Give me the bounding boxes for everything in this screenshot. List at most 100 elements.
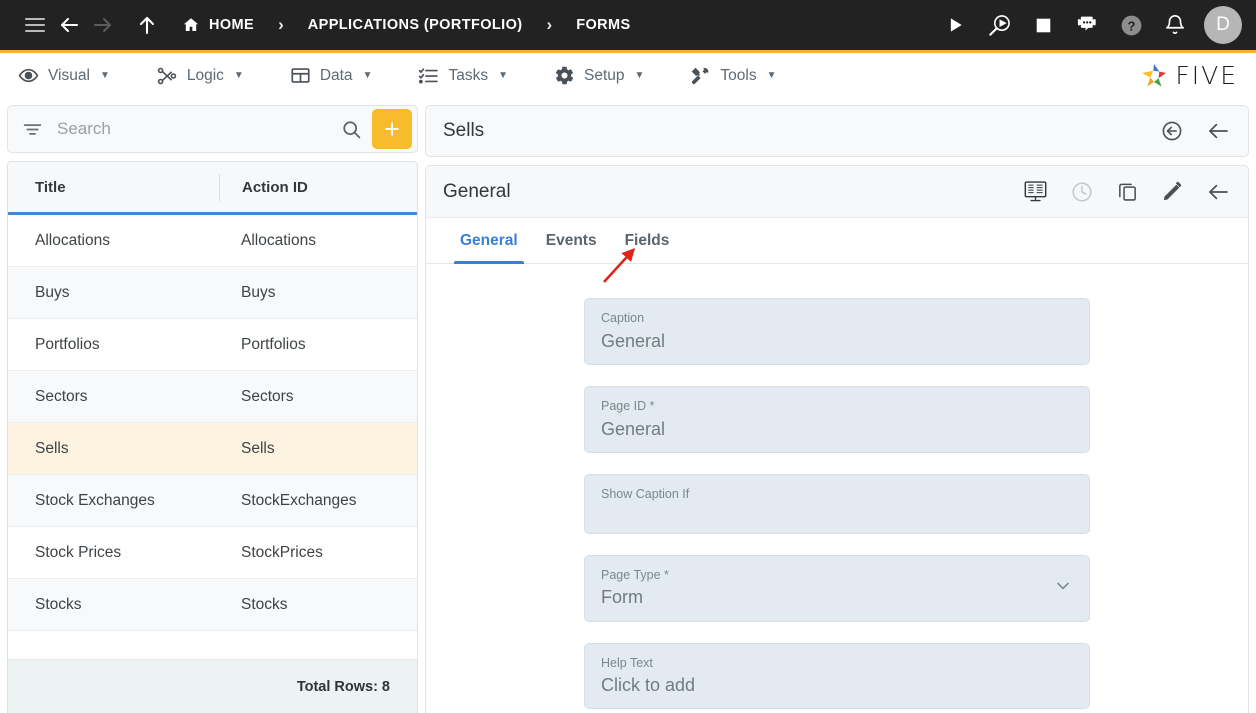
cell-action-id: Allocations (241, 231, 316, 249)
add-form-button[interactable]: + (372, 109, 412, 149)
menu-label-tasks: Tasks (448, 66, 489, 84)
breadcrumb-item-applications[interactable]: APPLICATIONS (PORTFOLIO) (302, 17, 529, 33)
chatbot-icon[interactable] (1068, 6, 1106, 44)
table-body: Allocations Allocations Buys Buys Portfolios… (8, 215, 417, 659)
duplicate-copy-icon[interactable] (1116, 180, 1139, 203)
table-grid-icon (290, 65, 311, 86)
close-back-arrow-icon[interactable] (1206, 180, 1230, 204)
table-row[interactable] (8, 631, 417, 659)
field-value: General (601, 418, 666, 439)
breadcrumb-item-home[interactable]: HOME (176, 16, 260, 34)
table-row[interactable]: Allocations Allocations (8, 215, 417, 267)
cell-title: Stocks (35, 595, 82, 613)
page-detail-card: General General Events Fields Caption Ge… (425, 165, 1249, 713)
chevron-down-icon: ▼ (99, 70, 110, 81)
record-header: Sells (425, 105, 1249, 157)
form-field[interactable]: Page Type * Form (584, 554, 1090, 622)
record-header-actions (1160, 119, 1230, 143)
table-row[interactable]: Stocks Stocks (8, 579, 417, 631)
menu-item-visual[interactable]: Visual ▼ (18, 65, 110, 86)
breadcrumb-label-applications: APPLICATIONS (PORTFOLIO) (307, 17, 523, 33)
revert-circle-icon[interactable] (1160, 119, 1184, 143)
help-icon[interactable]: ? (1112, 6, 1150, 44)
field-label: Page Type * (601, 567, 669, 582)
menu-label-data: Data (319, 66, 353, 84)
cell-title: Stock Prices (35, 543, 122, 561)
field-value: General (601, 330, 666, 351)
table-row[interactable]: Sectors Sectors (8, 371, 417, 423)
tab-fields[interactable]: Fields (611, 218, 684, 263)
search-icon[interactable] (331, 119, 372, 140)
table-row[interactable]: Buys Buys (8, 267, 417, 319)
table-header-row: Title Action ID (8, 162, 417, 215)
checklist-icon (418, 65, 439, 86)
edit-pencil-icon[interactable] (1161, 180, 1184, 203)
tab-events[interactable]: Events (532, 218, 611, 263)
chevron-down-icon: ▼ (766, 70, 777, 81)
breadcrumb-label-home: HOME (209, 17, 255, 33)
menu-label-tools: Tools (720, 66, 757, 84)
menu-label-visual: Visual (48, 66, 90, 84)
form-field[interactable]: Help Text Click to add (584, 642, 1090, 710)
search-input[interactable] (57, 119, 331, 139)
forward-arrow-icon[interactable] (86, 8, 120, 42)
field-value (601, 503, 1073, 529)
field-label: Page ID * (601, 398, 655, 413)
forms-list-panel: + Title Action ID AllocationsAllocations… (0, 98, 425, 713)
cell-title: Stock Exchanges (35, 491, 155, 509)
cell-title: Portfolios (35, 335, 100, 353)
gear-icon (554, 65, 575, 86)
record-title: Sells (443, 120, 485, 141)
table-row[interactable]: Portfolios Portfolios (8, 319, 417, 371)
cell-action-id: StockExchanges (241, 491, 357, 509)
home-icon (182, 16, 200, 34)
preview-display-icon[interactable] (1023, 179, 1048, 204)
form-field[interactable]: Page ID * General (584, 385, 1090, 453)
stop-icon[interactable] (1024, 6, 1062, 44)
history-clock-icon[interactable] (1070, 180, 1094, 204)
tab-label-events: Events (545, 231, 597, 249)
run-icon[interactable] (936, 6, 974, 44)
notifications-bell-icon[interactable] (1156, 6, 1194, 44)
breadcrumb-label-forms: FORMS (576, 17, 631, 33)
field-label: Show Caption If (601, 486, 690, 501)
cell-action-id: Sells (241, 439, 275, 457)
tab-general[interactable]: General (446, 218, 532, 264)
chevron-down-icon[interactable] (1053, 576, 1073, 601)
column-header-title[interactable]: Title (8, 179, 219, 196)
top-bar-actions: ? D (936, 6, 1242, 44)
tab-label-general: General (460, 231, 518, 249)
breadcrumb-item-forms[interactable]: FORMS (570, 17, 636, 33)
menu-item-data[interactable]: Data ▼ (290, 65, 372, 86)
table-footer: Total Rows: 8 (8, 659, 417, 713)
form-field[interactable]: Caption General (584, 298, 1090, 365)
menu-item-logic[interactable]: Logic ▼ (156, 65, 244, 87)
chevron-down-icon: ▼ (233, 70, 244, 81)
close-back-arrow-icon[interactable] (1206, 119, 1230, 143)
eye-icon (18, 65, 39, 86)
up-arrow-icon[interactable] (130, 8, 164, 42)
menu-item-setup[interactable]: Setup ▼ (554, 65, 644, 86)
table-row[interactable]: Stock Prices StockPrices (8, 527, 417, 579)
hamburger-menu-icon[interactable] (18, 8, 52, 42)
hamburger-icon (25, 14, 45, 36)
search-bar: + (7, 105, 418, 153)
table-row[interactable]: Stock Exchanges StockExchanges (8, 475, 417, 527)
five-logo-text: FIVE (1175, 61, 1238, 90)
filter-icon[interactable] (22, 119, 43, 140)
table-row[interactable]: Sells Sells (8, 423, 417, 475)
breadcrumb-separator: › (278, 15, 284, 34)
column-header-action-id[interactable]: Action ID (219, 173, 417, 201)
avatar[interactable]: D (1204, 6, 1242, 44)
debug-run-icon[interactable] (980, 6, 1018, 44)
field-label: Caption (601, 311, 645, 325)
main-content: + Title Action ID AllocationsAllocations… (0, 98, 1256, 713)
menu-item-tools[interactable]: Tools ▼ (690, 65, 777, 86)
form-field[interactable]: Show Caption If (584, 473, 1090, 534)
menu-item-tasks[interactable]: Tasks ▼ (418, 65, 508, 86)
tools-icon (690, 65, 711, 86)
back-arrow-icon[interactable] (52, 8, 86, 42)
cell-action-id: Stocks (241, 595, 288, 613)
form-detail-panel: Sells General General Events Fields Capt… (425, 98, 1256, 713)
cell-title: Allocations (35, 231, 110, 249)
